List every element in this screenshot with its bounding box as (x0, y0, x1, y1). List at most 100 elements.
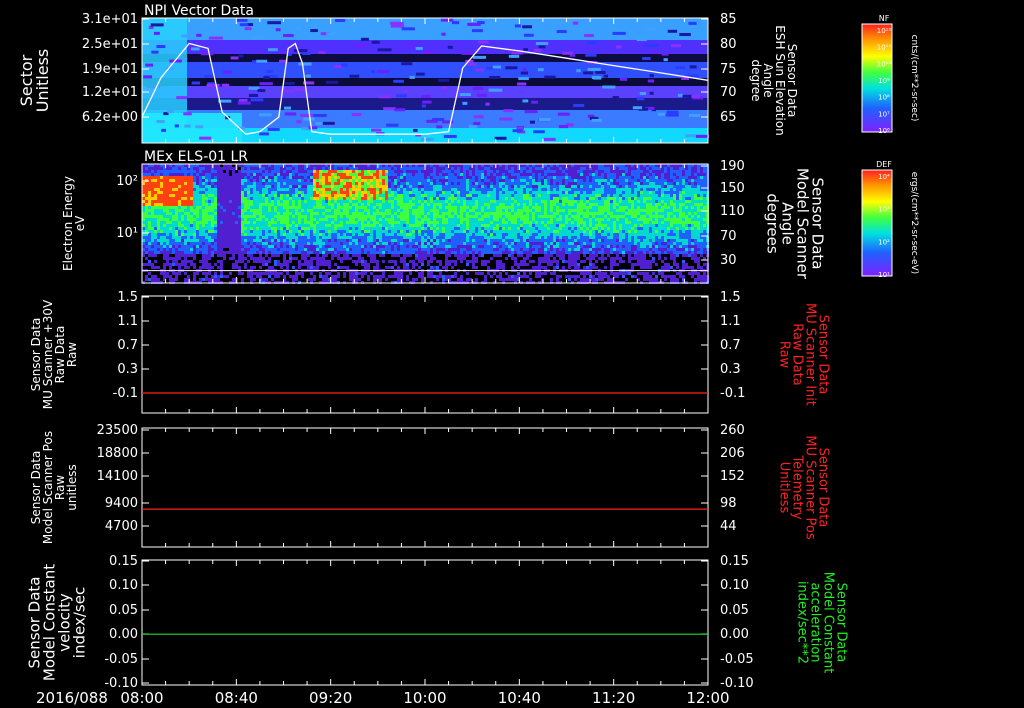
els-cell (361, 248, 364, 251)
els-cell (217, 206, 220, 209)
els-cell (460, 176, 463, 179)
els-cell (283, 218, 286, 221)
els-cell (454, 203, 457, 206)
els-cell (346, 227, 349, 230)
els-cell (409, 170, 412, 173)
els-cell (412, 173, 415, 176)
els-cell (274, 233, 277, 236)
els-cell (379, 185, 382, 188)
els-cell (466, 200, 469, 203)
els-cell (418, 257, 421, 260)
els-cell (151, 173, 154, 176)
els-cell (175, 218, 178, 221)
els-cell (403, 179, 406, 182)
els-cell (190, 248, 193, 251)
els-cell (247, 173, 250, 176)
els-cell (370, 245, 373, 248)
els-cell (358, 245, 361, 248)
els-cell (412, 248, 415, 251)
els-cell (325, 206, 328, 209)
npi-texel (522, 67, 527, 71)
els-cell (190, 236, 193, 239)
els-cell (262, 242, 265, 245)
els-cell (406, 179, 409, 182)
els-cell (448, 182, 451, 185)
els-cell (472, 191, 475, 194)
els-cell (406, 245, 409, 248)
els-cell (427, 233, 430, 236)
els-cell (406, 209, 409, 212)
els-cell (406, 173, 409, 176)
els-cell (307, 230, 310, 233)
els-cell (349, 218, 352, 221)
els-cell (418, 179, 421, 182)
els-cell (340, 215, 343, 218)
els-cell (154, 260, 157, 263)
els-cell (523, 173, 526, 176)
els-cell (166, 206, 169, 209)
els-cell (358, 194, 361, 197)
els-cell (451, 233, 454, 236)
els-cell (394, 209, 397, 212)
els-cell (211, 170, 214, 173)
els-cell (250, 275, 253, 278)
els-cell (373, 197, 376, 200)
els-cell (499, 182, 502, 185)
els-cell (364, 227, 367, 230)
els-cell (427, 173, 430, 176)
els-cell (193, 230, 196, 233)
els-cell (169, 203, 172, 206)
npi-texel (275, 28, 281, 32)
els-cell (349, 278, 352, 281)
els-cell (271, 194, 274, 197)
els-cell (295, 200, 298, 203)
els-cell (166, 200, 169, 203)
els-cell (274, 254, 277, 257)
els-cell (274, 224, 277, 227)
els-cell (235, 224, 238, 227)
els-cell (460, 227, 463, 230)
els-cell (466, 272, 469, 275)
els-cell (319, 188, 322, 191)
els-cell (187, 266, 190, 269)
els-cell (463, 215, 466, 218)
els-cell (241, 221, 244, 224)
els-cell (217, 278, 220, 281)
els-cell (262, 224, 265, 227)
els-cell (484, 215, 487, 218)
els-cell (484, 248, 487, 251)
els-cell (511, 227, 514, 230)
els-cell (358, 221, 361, 224)
els-cell (478, 227, 481, 230)
els-cell (289, 188, 292, 191)
els-cell (463, 185, 466, 188)
els-cell (313, 242, 316, 245)
els-cell (214, 275, 217, 278)
els-cell (382, 227, 385, 230)
els-cell (301, 212, 304, 215)
els-cell (349, 203, 352, 206)
els-cell (484, 230, 487, 233)
els-cell (181, 254, 184, 257)
els-cell (415, 251, 418, 254)
els-cell (514, 275, 517, 278)
els-cell (280, 209, 283, 212)
els-cell (346, 230, 349, 233)
els-cell (187, 185, 190, 188)
els-cell (433, 176, 436, 179)
els-cell (304, 224, 307, 227)
els-cell (283, 254, 286, 257)
els-cell (250, 191, 253, 194)
els-cell (262, 263, 265, 266)
els-cell (343, 170, 346, 173)
els-cell (394, 197, 397, 200)
els-cell (274, 188, 277, 191)
els-cell (250, 167, 253, 170)
els-cell (520, 248, 523, 251)
els-cell (532, 245, 535, 248)
els-cell (217, 230, 220, 233)
npi-texel (636, 97, 645, 101)
els-cell (370, 251, 373, 254)
els-cell (454, 170, 457, 173)
els-cell (229, 167, 232, 170)
